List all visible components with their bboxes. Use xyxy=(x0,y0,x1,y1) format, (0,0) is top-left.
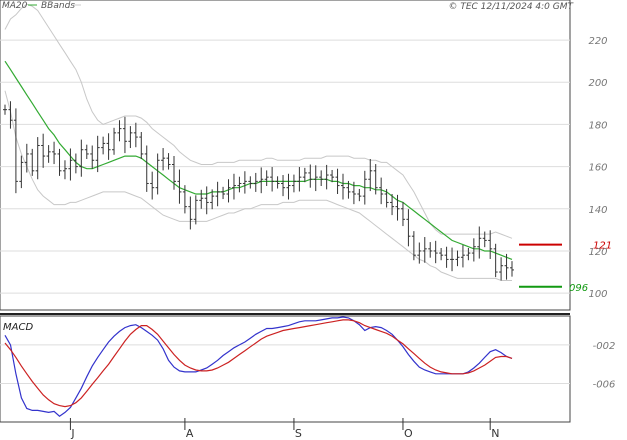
month-label: J xyxy=(70,427,74,440)
macd-panel-frame xyxy=(0,315,571,423)
macd-title: MACD xyxy=(3,322,33,333)
macd-y-tick: -002 xyxy=(593,341,616,352)
support-level-label: 096 xyxy=(569,283,588,294)
copyright-stamp: © TEC 12/11/2024 4:0 GMT xyxy=(448,2,574,12)
resistance-level-label: 121 xyxy=(593,241,612,252)
legend-bbands: BBands xyxy=(41,1,75,11)
month-label: N xyxy=(491,427,499,440)
price-y-tick: 200 xyxy=(588,78,607,89)
price-y-tick: 180 xyxy=(588,120,607,131)
price-y-ticks: 100120140160180200220 xyxy=(588,36,607,300)
price-y-tick: 140 xyxy=(588,205,607,216)
macd-y-ticks: -002 -006 xyxy=(593,341,616,391)
price-y-tick: 160 xyxy=(588,163,607,174)
month-label: A xyxy=(186,427,194,440)
price-y-tick: 100 xyxy=(588,289,607,300)
stock-chart: 100120140160180200220 121096 -002-006 JA… xyxy=(0,0,616,440)
price-y-tick: 220 xyxy=(588,36,607,47)
price-panel-frame xyxy=(0,0,571,311)
legend-ma20: MA20 xyxy=(2,1,28,11)
month-label: O xyxy=(404,427,413,440)
month-label: S xyxy=(295,427,302,440)
macd-y-tick: -006 xyxy=(593,379,616,390)
